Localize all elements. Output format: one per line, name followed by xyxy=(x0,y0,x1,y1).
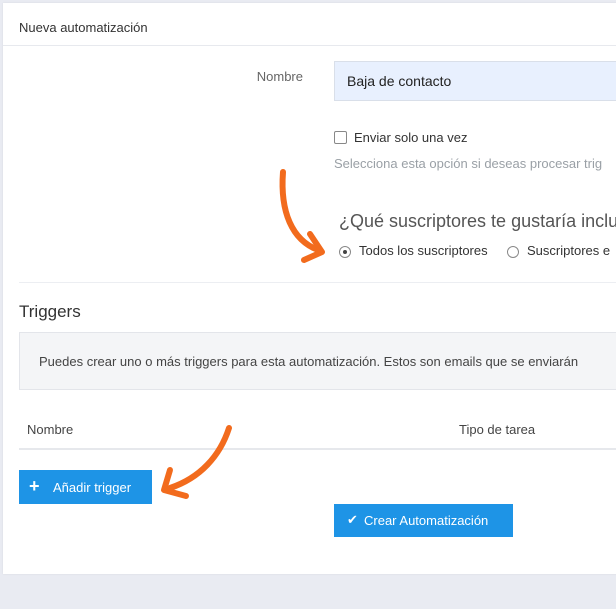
annotation-arrows xyxy=(161,169,325,499)
annotation-arrow-radio xyxy=(279,169,325,263)
annotation-arrow-add-trigger xyxy=(161,425,232,499)
